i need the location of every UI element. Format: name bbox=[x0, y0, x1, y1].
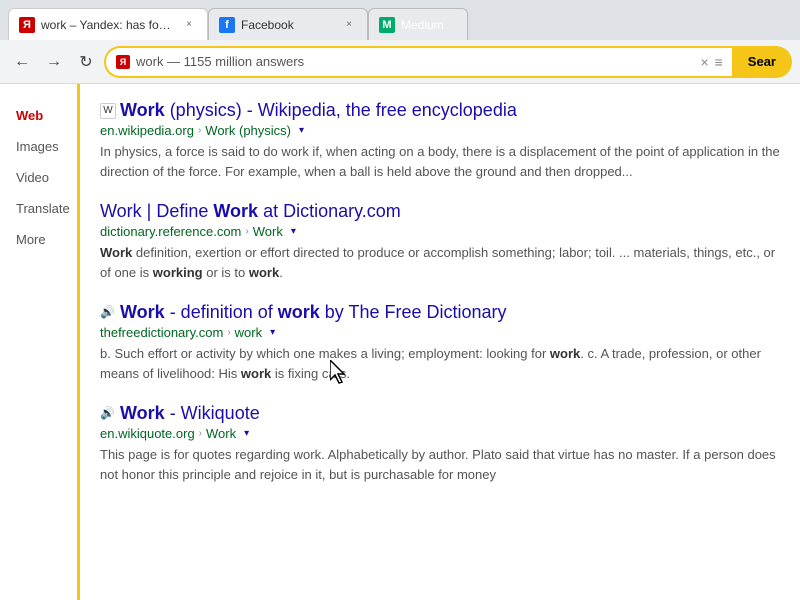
result-3-snippet: b. Such effort or activity by which one … bbox=[100, 344, 780, 383]
tab-medium-title: Medium bbox=[401, 18, 457, 32]
refresh-button[interactable]: ↻ bbox=[72, 48, 100, 76]
sidebar-item-web[interactable]: Web bbox=[0, 100, 77, 131]
search-result-1: W Work (physics) - Wikipedia, the free e… bbox=[100, 100, 780, 181]
search-result-3: 🔊 Work - definition of work by The Free … bbox=[100, 302, 780, 383]
result-1-header: W Work (physics) - Wikipedia, the free e… bbox=[100, 100, 780, 121]
sidebar: Web Images Video Translate More bbox=[0, 84, 80, 600]
result-4-title[interactable]: Work - Wikiquote bbox=[120, 403, 260, 424]
sidebar-item-images[interactable]: Images bbox=[0, 131, 77, 162]
browser-window: Я work – Yandex: has found 1 × f Faceboo… bbox=[0, 0, 800, 600]
yandex-favicon: Я bbox=[19, 17, 35, 33]
page-content: Web Images Video Translate More W Work (… bbox=[0, 84, 800, 600]
address-settings-icon[interactable]: ≡ bbox=[715, 54, 723, 70]
tab-bar: Я work – Yandex: has found 1 × f Faceboo… bbox=[0, 0, 800, 40]
tab-yandex-close[interactable]: × bbox=[181, 17, 197, 33]
address-bar[interactable]: Я work — 1155 million answers × ≡ bbox=[104, 46, 733, 78]
result-1-snippet: In physics, a force is said to do work i… bbox=[100, 142, 780, 181]
result-4-snippet: This page is for quotes regarding work. … bbox=[100, 445, 780, 484]
search-result-2: Work | Define Work at Dictionary.com dic… bbox=[100, 201, 780, 282]
result-3-header: 🔊 Work - definition of work by The Free … bbox=[100, 302, 780, 323]
sidebar-item-more[interactable]: More bbox=[0, 224, 77, 255]
tab-medium[interactable]: M Medium bbox=[368, 8, 468, 40]
facebook-favicon: f bbox=[219, 17, 235, 33]
wiki-favicon: W bbox=[100, 103, 116, 119]
result-2-snippet: Work definition, exertion or effort dire… bbox=[100, 243, 780, 282]
back-button[interactable]: ← bbox=[8, 48, 36, 76]
address-bar-wrapper: Я work — 1155 million answers × ≡ Sear bbox=[104, 46, 792, 78]
result-4-dropdown[interactable]: ▾ bbox=[244, 428, 249, 439]
result-1-url: en.wikipedia.org › Work (physics) ▾ bbox=[100, 123, 780, 138]
address-favicon: Я bbox=[116, 55, 130, 69]
search-button[interactable]: Sear bbox=[732, 46, 792, 78]
result-1-dropdown[interactable]: ▾ bbox=[299, 125, 304, 136]
tab-yandex-title: work – Yandex: has found 1 bbox=[41, 18, 175, 32]
result-1-title[interactable]: Work (physics) - Wikipedia, the free enc… bbox=[120, 100, 517, 121]
search-result-4: 🔊 Work - Wikiquote en.wikiquote.org › Wo… bbox=[100, 403, 780, 484]
sidebar-item-video[interactable]: Video bbox=[0, 162, 77, 193]
result-3-title[interactable]: Work - definition of work by The Free Di… bbox=[120, 302, 507, 323]
tab-yandex[interactable]: Я work – Yandex: has found 1 × bbox=[8, 8, 208, 40]
medium-favicon: M bbox=[379, 17, 395, 33]
result-4-header: 🔊 Work - Wikiquote bbox=[100, 403, 780, 424]
result-4-url: en.wikiquote.org › Work ▾ bbox=[100, 426, 780, 441]
tab-facebook[interactable]: f Facebook × bbox=[208, 8, 368, 40]
result-2-header: Work | Define Work at Dictionary.com bbox=[100, 201, 780, 222]
nav-bar: ← → ↻ Я work — 1155 million answers × ≡ … bbox=[0, 40, 800, 84]
tab-facebook-close[interactable]: × bbox=[341, 17, 357, 33]
audio-icon-3: 🔊 bbox=[100, 305, 116, 321]
tab-facebook-title: Facebook bbox=[241, 18, 335, 32]
audio-icon-4: 🔊 bbox=[100, 406, 116, 422]
result-2-dropdown[interactable]: ▾ bbox=[291, 226, 296, 237]
sidebar-item-translate[interactable]: Translate bbox=[0, 193, 77, 224]
result-2-title[interactable]: Work | Define Work at Dictionary.com bbox=[100, 201, 401, 222]
result-2-url: dictionary.reference.com › Work ▾ bbox=[100, 224, 780, 239]
address-text: work — 1155 million answers bbox=[136, 54, 694, 69]
main-content: W Work (physics) - Wikipedia, the free e… bbox=[80, 84, 800, 600]
address-clear-icon[interactable]: × bbox=[700, 54, 708, 70]
forward-button[interactable]: → bbox=[40, 48, 68, 76]
result-3-dropdown[interactable]: ▾ bbox=[270, 327, 275, 338]
result-3-url: thefreedictionary.com › work ▾ bbox=[100, 325, 780, 340]
